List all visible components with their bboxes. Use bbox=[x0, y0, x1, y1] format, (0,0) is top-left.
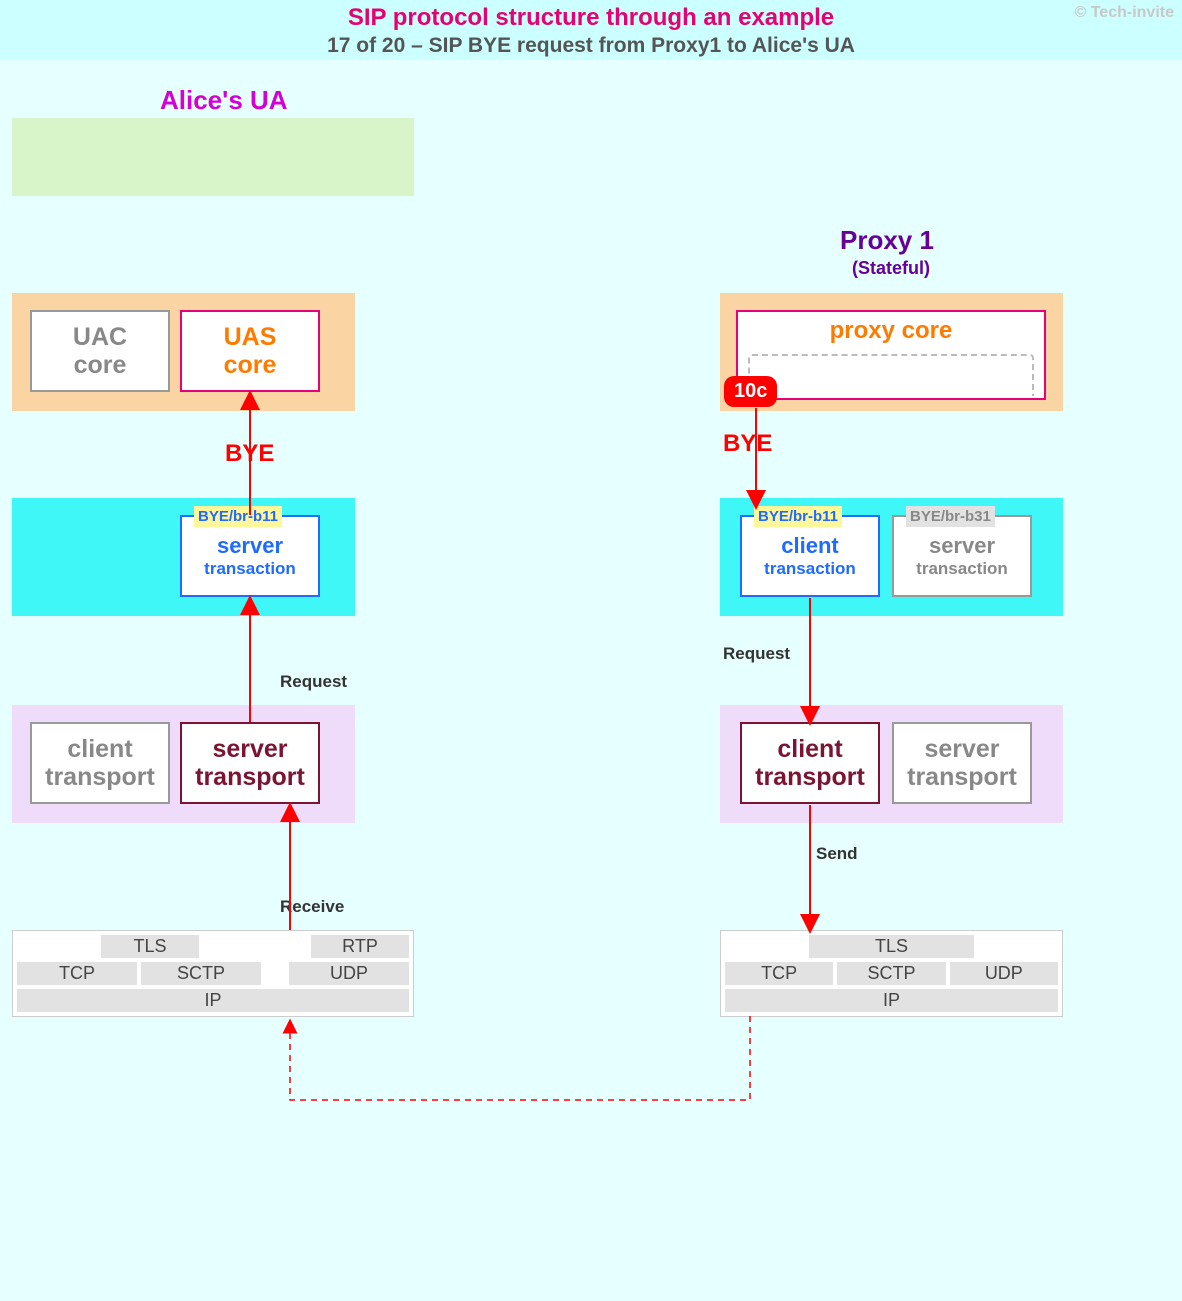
stack-ip: IP bbox=[17, 989, 409, 1012]
proxy-core-label: proxy core bbox=[738, 312, 1044, 344]
copyright: © Tech-invite bbox=[1074, 4, 1174, 22]
left-title: Alice's UA bbox=[160, 85, 288, 116]
server-txn-r-l2: transaction bbox=[894, 559, 1030, 579]
page-title: SIP protocol structure through an exampl… bbox=[0, 0, 1182, 32]
right-title: Proxy 1 bbox=[840, 225, 934, 256]
stack-sctp: SCTP bbox=[141, 962, 261, 985]
r-server-transport-l1: server bbox=[894, 735, 1030, 763]
left-protocol-stack: TLS RTP TCP SCTP UDP IP bbox=[12, 930, 414, 1017]
left-uac-core: UAC core bbox=[30, 310, 170, 392]
r-stack-udp: UDP bbox=[950, 962, 1058, 985]
right-server-txn-tag: BYE/br-b31 bbox=[906, 506, 995, 527]
right-client-txn-tag: BYE/br-b11 bbox=[754, 506, 842, 527]
step-badge-10c: 10c bbox=[724, 376, 777, 407]
left-client-transport: client transport bbox=[30, 722, 170, 804]
right-server-transport: server transport bbox=[892, 722, 1032, 804]
page-subtitle: 17 of 20 – SIP BYE request from Proxy1 t… bbox=[0, 32, 1182, 58]
right-proxy-core: proxy core bbox=[736, 310, 1046, 400]
left-green-box bbox=[12, 118, 414, 196]
r-client-transport-l2: transport bbox=[742, 763, 878, 791]
client-txn-l1: client bbox=[742, 533, 878, 559]
client-txn-l2: transaction bbox=[742, 559, 878, 579]
right-send-label: Send bbox=[816, 844, 858, 864]
right-bye-label: BYE bbox=[723, 430, 772, 458]
stack-tls: TLS bbox=[101, 935, 199, 958]
left-request-label: Request bbox=[280, 672, 347, 692]
right-client-txn: client transaction bbox=[740, 515, 880, 597]
right-server-txn: server transaction bbox=[892, 515, 1032, 597]
right-title-sub: (Stateful) bbox=[852, 258, 930, 279]
stack-udp: UDP bbox=[289, 962, 409, 985]
uas-core-l1: UAS bbox=[182, 323, 318, 351]
client-transport-l2: transport bbox=[32, 763, 168, 791]
server-txn-l1: server bbox=[182, 533, 318, 559]
r-stack-tcp: TCP bbox=[725, 962, 833, 985]
server-txn-r-l1: server bbox=[894, 533, 1030, 559]
left-server-txn: server transaction bbox=[180, 515, 320, 597]
stack-rtp: RTP bbox=[311, 935, 409, 958]
client-transport-l1: client bbox=[32, 735, 168, 763]
right-client-transport: client transport bbox=[740, 722, 880, 804]
left-server-transport: server transport bbox=[180, 722, 320, 804]
right-request-label: Request bbox=[723, 644, 790, 664]
r-server-transport-l2: transport bbox=[894, 763, 1030, 791]
uac-core-l1: UAC bbox=[32, 323, 168, 351]
left-txn-tag: BYE/br-b11 bbox=[194, 506, 282, 527]
left-receive-label: Receive bbox=[280, 897, 344, 917]
stack-tcp: TCP bbox=[17, 962, 137, 985]
dashed-inner-box bbox=[748, 354, 1034, 396]
server-transport-l1: server bbox=[182, 735, 318, 763]
left-uas-core: UAS core bbox=[180, 310, 320, 392]
server-txn-l2: transaction bbox=[182, 559, 318, 579]
header: SIP protocol structure through an exampl… bbox=[0, 0, 1182, 60]
uas-core-l2: core bbox=[182, 351, 318, 379]
left-bye-label: BYE bbox=[225, 440, 274, 468]
server-transport-l2: transport bbox=[182, 763, 318, 791]
r-client-transport-l1: client bbox=[742, 735, 878, 763]
r-stack-tls: TLS bbox=[809, 935, 974, 958]
r-stack-ip: IP bbox=[725, 989, 1058, 1012]
right-protocol-stack: TLS TCP SCTP UDP IP bbox=[720, 930, 1063, 1017]
r-stack-sctp: SCTP bbox=[837, 962, 945, 985]
uac-core-l2: core bbox=[32, 351, 168, 379]
